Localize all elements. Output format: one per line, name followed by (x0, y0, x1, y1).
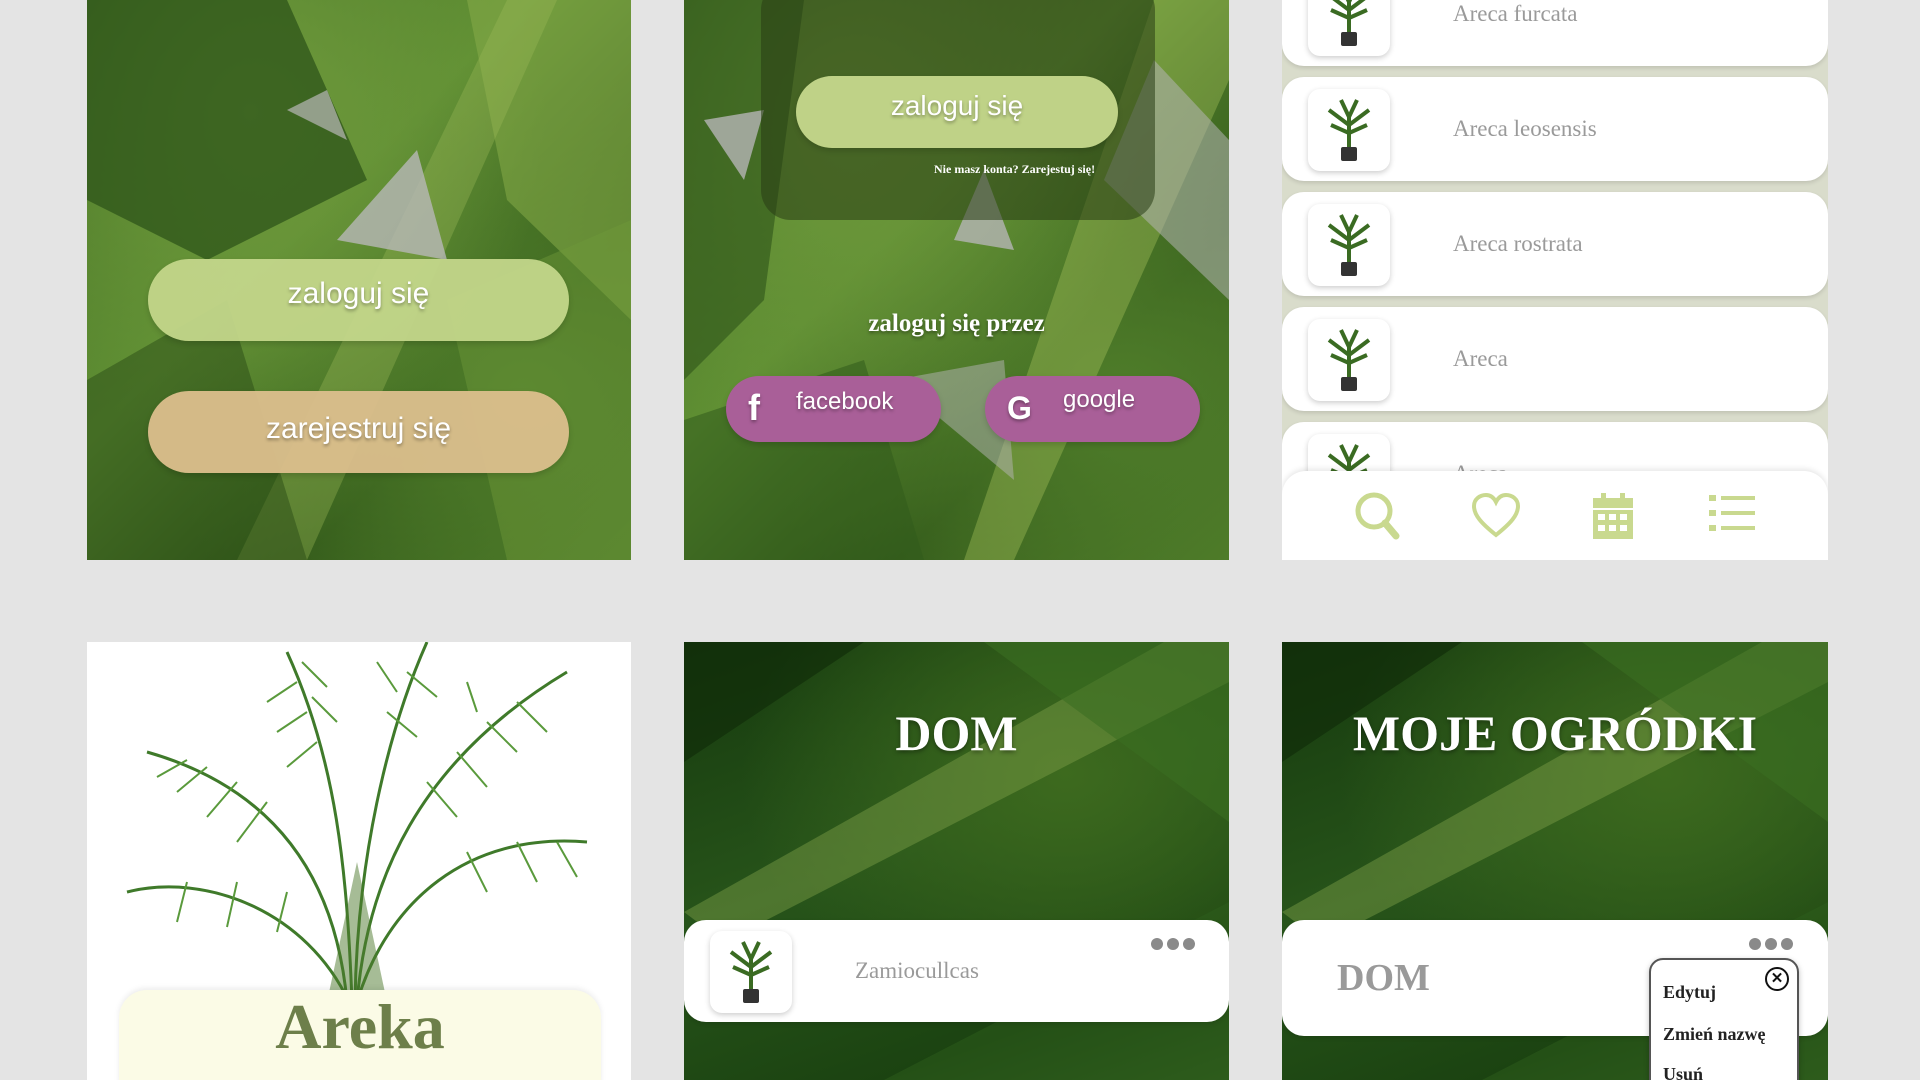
plant-list-screen: Areca furcata Areca leosensis Areca rost… (1282, 0, 1828, 560)
menu-item-edit[interactable]: Edytuj (1663, 982, 1716, 1003)
menu-item-delete[interactable]: Usuń (1663, 1064, 1703, 1080)
register-link[interactable]: Nie masz konta? Zarejestuj się! (934, 162, 1154, 177)
google-button[interactable]: G google (985, 376, 1200, 442)
garden-name: DOM (1337, 957, 1430, 999)
context-menu: ✕ Edytuj Zmień nazwę Usuń (1649, 958, 1799, 1080)
list-item[interactable]: Zamiocullcas (684, 920, 1229, 1022)
menu-item-rename[interactable]: Zmień nazwę (1663, 1024, 1766, 1045)
plant-thumbnail (1308, 319, 1390, 401)
list-item[interactable]: Areca furcata (1282, 0, 1828, 66)
facebook-icon: f (748, 387, 760, 428)
register-button[interactable]: zarejestruj się (148, 391, 569, 473)
list-item-label: Areca (1453, 346, 1508, 371)
heart-icon[interactable] (1471, 492, 1521, 539)
plant-list: Areca furcata Areca leosensis Areca rost… (1282, 0, 1828, 526)
list-item-label: Areca leosensis (1453, 116, 1597, 141)
list-item-label: Areca furcata (1453, 1, 1578, 26)
close-icon[interactable]: ✕ (1765, 967, 1789, 991)
google-icon: G (1007, 390, 1032, 426)
facebook-label: facebook (796, 388, 894, 415)
list-item-label: Areca rostrata (1453, 231, 1583, 256)
google-label: google (1063, 386, 1136, 413)
list-icon[interactable] (1709, 493, 1755, 533)
plant-image (87, 642, 631, 1003)
plant-thumbnail (1308, 0, 1390, 56)
login-via-label: zaloguj się przez (868, 310, 1045, 337)
plant-thumbnail (710, 931, 792, 1013)
login-button[interactable]: zaloguj się (148, 259, 569, 341)
list-item[interactable]: Areca (1282, 307, 1828, 411)
more-options-icon[interactable] (1749, 938, 1793, 950)
plant-thumbnail (1308, 89, 1390, 171)
page-title: DOM (895, 705, 1018, 761)
more-options-icon[interactable] (1151, 938, 1195, 950)
login-button[interactable]: zaloguj się (796, 76, 1118, 148)
search-icon[interactable] (1354, 491, 1402, 541)
plant-name-card: Areka (119, 990, 601, 1080)
facebook-button[interactable]: f facebook (726, 376, 941, 442)
list-item[interactable]: Areca rostrata (1282, 192, 1828, 296)
calendar-icon[interactable] (1591, 491, 1635, 541)
list-item-label: Zamiocullcas (855, 958, 979, 983)
plant-name: Areka (275, 991, 445, 1062)
social-login-screen: zaloguj się Nie masz konta? Zarejestuj s… (684, 0, 1229, 560)
plant-thumbnail (1308, 204, 1390, 286)
bottom-nav (1282, 471, 1828, 560)
page-title: MOJE OGRÓDKI (1352, 705, 1758, 761)
login-screen: zaloguj się zarejestruj się (87, 0, 631, 560)
garden-screen: DOM Zamiocullcas (684, 642, 1229, 1080)
plant-detail-screen: Areka (87, 642, 631, 1080)
list-item[interactable]: Areca leosensis (1282, 77, 1828, 181)
gardens-screen: MOJE OGRÓDKI DOM ✕ Edytuj Zmień nazwę Us… (1282, 642, 1828, 1080)
